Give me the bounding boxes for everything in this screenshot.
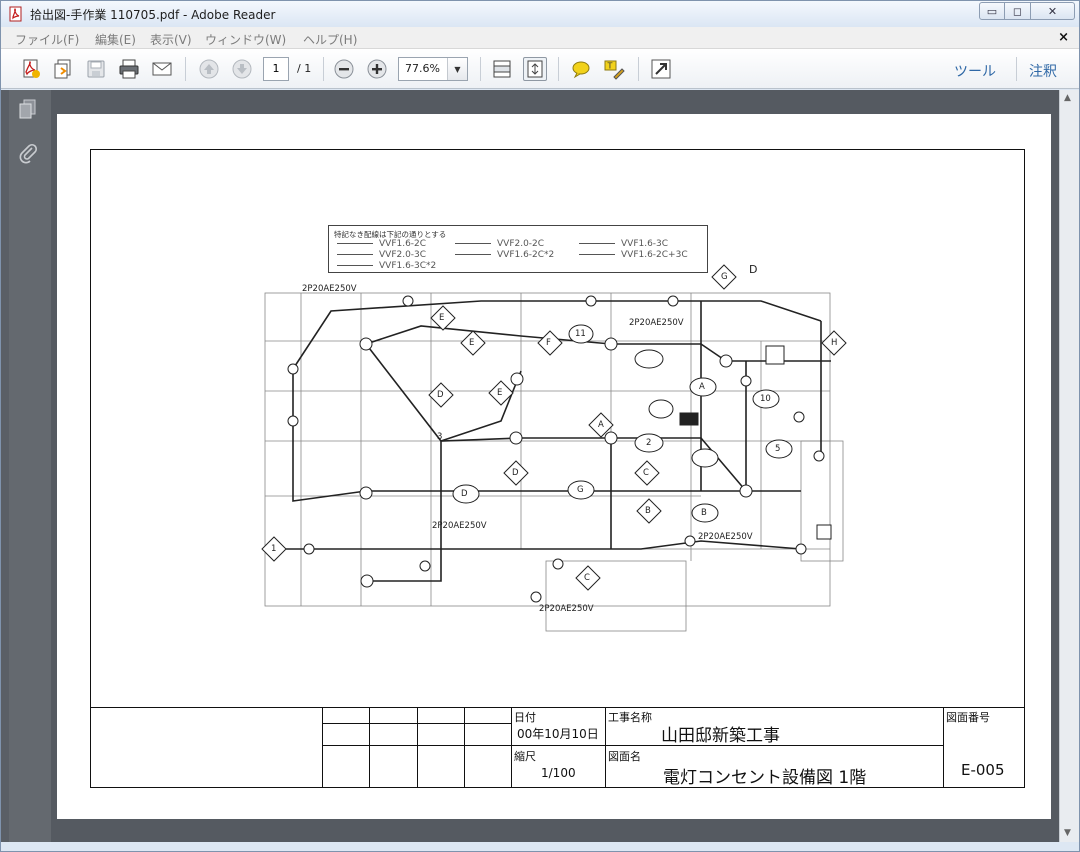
project-name-label: 工事名称 — [608, 711, 652, 724]
scale-value: 1/100 — [541, 766, 576, 780]
drawing-name-label: 図面名 — [608, 750, 641, 763]
plan-symbols — [261, 264, 847, 603]
plan-label-symbol: D — [749, 263, 758, 276]
drawing-name-value: 電灯コンセント設備図 1階 — [663, 768, 867, 788]
plan-label-symbol: 11 — [575, 329, 586, 339]
plan-label-symbol: A — [699, 382, 705, 392]
date-value: 00年10月10日 — [517, 727, 599, 741]
plan-label-symbol: C — [643, 468, 649, 478]
plan-label-symbol: A — [598, 420, 604, 430]
app-window: 拾出図-手作業 110705.pdf - Adobe Reader ▭ ◻ ✕ … — [0, 0, 1080, 852]
plan-label-symbol: 5 — [775, 444, 781, 454]
plan-label-symbol: B — [645, 506, 651, 516]
plan-label-symbol: E — [469, 338, 475, 348]
plan-label-symbol: E — [497, 388, 503, 398]
date-label: 日付 — [514, 711, 536, 724]
drawing-number-label: 図面番号 — [946, 711, 990, 724]
plan-label-symbol: G — [721, 272, 728, 282]
plan-label-breaker: 2P20AE250V — [539, 604, 594, 614]
plan-label-symbol: D — [437, 390, 444, 400]
plan-label-symbol: 3 — [437, 432, 443, 442]
plan-label-breaker: 2P20AE250V — [698, 532, 753, 542]
plan-label-symbol: F — [546, 338, 551, 348]
plan-label-symbol: B — [701, 508, 707, 518]
plan-label-symbol: E — [439, 313, 445, 323]
plan-label-symbol: G — [577, 485, 584, 495]
plan-label-breaker: 2P20AE250V — [302, 284, 357, 294]
plan-label-breaker: 2P20AE250V — [629, 318, 684, 328]
project-name-value: 山田邸新築工事 — [661, 726, 780, 746]
plan-label-symbol: 1 — [271, 544, 277, 554]
plan-label-symbol: 2 — [646, 438, 652, 448]
plan-label-symbol: D — [461, 489, 468, 499]
plan-label-symbol: 10 — [760, 394, 771, 404]
plan-label-symbol: H — [831, 338, 838, 348]
plan-label-symbol: D — [512, 468, 519, 478]
plan-label-symbol: C — [584, 573, 590, 583]
drawing-number-value: E-005 — [961, 761, 1005, 779]
scale-label: 縮尺 — [514, 750, 536, 763]
plan-label-breaker: 2P20AE250V — [432, 521, 487, 531]
